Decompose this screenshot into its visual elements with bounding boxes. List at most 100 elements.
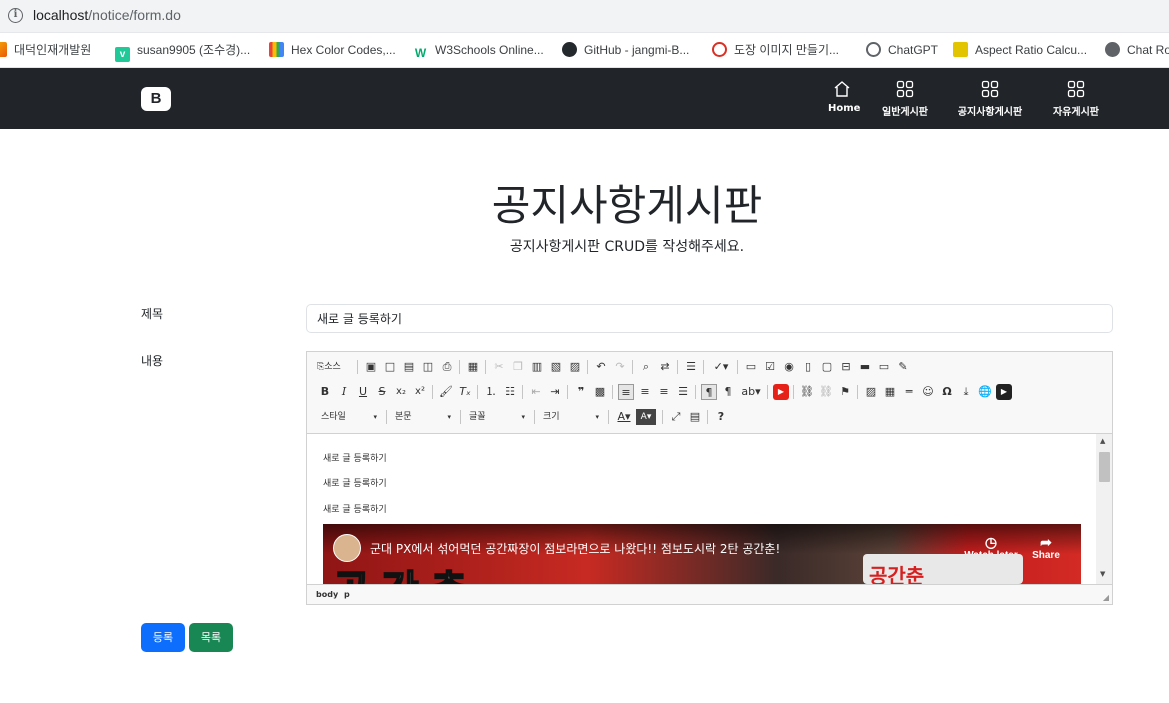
strikethrough-icon[interactable]: S: [374, 384, 390, 400]
textarea-icon[interactable]: ▢: [819, 359, 835, 375]
bookmark-item[interactable]: 대덕인재개발원: [0, 42, 91, 58]
help-icon[interactable]: ?: [713, 409, 729, 425]
submit-button[interactable]: 등록: [141, 623, 185, 652]
special-char-icon[interactable]: Ω: [939, 384, 955, 400]
align-left-icon[interactable]: ≡: [618, 384, 634, 400]
title-input[interactable]: [306, 304, 1113, 333]
remove-format-icon[interactable]: Tₓ: [457, 384, 473, 400]
checkbox-icon[interactable]: ☑: [762, 359, 778, 375]
font-combo[interactable]: 글꼴 ▾: [463, 408, 529, 426]
nav-general-board[interactable]: 일반게시판: [878, 80, 932, 118]
nav-free-board[interactable]: 자유게시판: [1048, 80, 1104, 118]
path-body[interactable]: body: [316, 590, 338, 599]
anchor-icon[interactable]: ⚑: [837, 384, 853, 400]
bookmark-item[interactable]: W W3Schools Online...: [413, 42, 544, 60]
find-icon[interactable]: ⌕: [638, 359, 654, 375]
align-center-icon[interactable]: ≡: [637, 384, 653, 400]
unlink-icon[interactable]: ⛓: [818, 384, 834, 400]
scroll-up-icon[interactable]: ▲: [1100, 437, 1105, 445]
print-icon[interactable]: ⎙: [439, 359, 455, 375]
smiley-icon[interactable]: ☺: [920, 384, 936, 400]
replace-icon[interactable]: ⇄: [657, 359, 673, 375]
button-icon[interactable]: ▬: [857, 359, 873, 375]
url-text[interactable]: localhost/notice/form.do: [33, 7, 181, 23]
resize-handle-icon[interactable]: ◢: [1103, 593, 1109, 602]
bookmark-item[interactable]: Hex Color Codes,...: [269, 42, 396, 58]
ltr-icon[interactable]: ¶: [701, 384, 717, 400]
redo-icon[interactable]: ↷: [612, 359, 628, 375]
editor-scrollbar[interactable]: ▲ ▼: [1096, 434, 1112, 584]
editor-content-area[interactable]: 새로 글 등록하기 새로 글 등록하기 새로 글 등록하기 군대 PX에서 섞어…: [307, 434, 1096, 584]
superscript-icon[interactable]: x²: [412, 384, 428, 400]
bookmark-item[interactable]: v susan9905 (조수경)...: [115, 42, 250, 62]
bookmark-item[interactable]: Chat Ro: [1105, 42, 1169, 58]
bold-icon[interactable]: B: [317, 384, 333, 400]
video-embed-icon[interactable]: ▶: [996, 384, 1012, 400]
textfield-icon[interactable]: ▯: [800, 359, 816, 375]
image-button-icon[interactable]: ▭: [876, 359, 892, 375]
page-break-icon[interactable]: ⤓: [958, 384, 974, 400]
select-all-icon[interactable]: ☰: [683, 359, 699, 375]
paste-word-icon[interactable]: ▨: [567, 359, 583, 375]
numbered-list-icon[interactable]: ⒈: [483, 384, 499, 400]
image-icon[interactable]: ▨: [863, 384, 879, 400]
scrollbar-thumb[interactable]: [1099, 452, 1110, 482]
paste-text-icon[interactable]: ▧: [548, 359, 564, 375]
copy-format-icon[interactable]: 🖌: [438, 384, 454, 400]
indent-icon[interactable]: ⇥: [547, 384, 563, 400]
div-container-icon[interactable]: ▩: [592, 384, 608, 400]
table-icon[interactable]: ▦: [882, 384, 898, 400]
template-icon[interactable]: ▤: [401, 359, 417, 375]
video-title[interactable]: 군대 PX에서 섞어먹던 공간짜장이 점보라면으로 나왔다!! 점보도시락 2탄…: [370, 540, 780, 557]
bulleted-list-icon[interactable]: ☷: [502, 384, 518, 400]
blockquote-icon[interactable]: ❞: [573, 384, 589, 400]
templates-icon[interactable]: ▦: [465, 359, 481, 375]
preview-icon[interactable]: ◫: [420, 359, 436, 375]
outdent-icon[interactable]: ⇤: [528, 384, 544, 400]
youtube-icon[interactable]: ▶: [773, 384, 789, 400]
style-combo[interactable]: 스타일 ▾: [315, 408, 381, 426]
list-button[interactable]: 목록: [189, 623, 233, 652]
nav-notice-board[interactable]: 공지사항게시판: [952, 80, 1028, 118]
spellcheck-icon[interactable]: ✓▾: [709, 359, 733, 375]
scroll-down-icon[interactable]: ▼: [1100, 570, 1105, 578]
horizontal-line-icon[interactable]: ═: [901, 384, 917, 400]
source-button[interactable]: ⎘소스: [317, 359, 351, 375]
nav-home[interactable]: Home: [828, 80, 860, 114]
bookmark-item[interactable]: Aspect Ratio Calcu...: [953, 42, 1087, 58]
embedded-youtube-video[interactable]: 군대 PX에서 섞어먹던 공간짜장이 점보라면으로 나왔다!! 점보도시락 2탄…: [323, 524, 1081, 584]
select-icon[interactable]: ⊟: [838, 359, 854, 375]
new-page-icon[interactable]: □: [382, 359, 398, 375]
background-color-icon[interactable]: A▾: [636, 409, 656, 425]
align-right-icon[interactable]: ≡: [656, 384, 672, 400]
justify-icon[interactable]: ☰: [675, 384, 691, 400]
bootstrap-logo[interactable]: B: [141, 87, 171, 111]
info-icon[interactable]: i: [8, 8, 23, 23]
path-p[interactable]: p: [344, 590, 350, 599]
format-combo[interactable]: 본문 ▾: [389, 408, 455, 426]
share-button[interactable]: ➦ Share: [1026, 534, 1066, 561]
form-icon[interactable]: ▭: [743, 359, 759, 375]
italic-icon[interactable]: I: [336, 384, 352, 400]
paste-icon[interactable]: ▥: [529, 359, 545, 375]
undo-icon[interactable]: ↶: [593, 359, 609, 375]
save-icon[interactable]: ▣: [363, 359, 379, 375]
maximize-icon[interactable]: ⤢: [668, 409, 684, 425]
text-color-icon[interactable]: A▾: [614, 409, 634, 425]
subscript-icon[interactable]: x₂: [393, 384, 409, 400]
size-combo[interactable]: 크기 ▾: [537, 408, 603, 426]
hidden-field-icon[interactable]: ✎: [895, 359, 911, 375]
show-blocks-icon[interactable]: ▤: [687, 409, 703, 425]
url-field[interactable]: i localhost/notice/form.do: [0, 0, 1169, 33]
cut-icon[interactable]: ✂: [491, 359, 507, 375]
copy-icon[interactable]: ❐: [510, 359, 526, 375]
language-icon[interactable]: ab▾: [739, 384, 763, 400]
bookmark-item[interactable]: 도장 이미지 만들기...: [712, 42, 839, 58]
radio-icon[interactable]: ◉: [781, 359, 797, 375]
bookmark-item[interactable]: ChatGPT: [866, 42, 938, 58]
bookmark-item[interactable]: GitHub - jangmi-B...: [562, 42, 689, 58]
underline-icon[interactable]: U: [355, 384, 371, 400]
link-icon[interactable]: ⛓: [799, 384, 815, 400]
rtl-icon[interactable]: ¶: [720, 384, 736, 400]
iframe-icon[interactable]: 🌐: [977, 384, 993, 400]
